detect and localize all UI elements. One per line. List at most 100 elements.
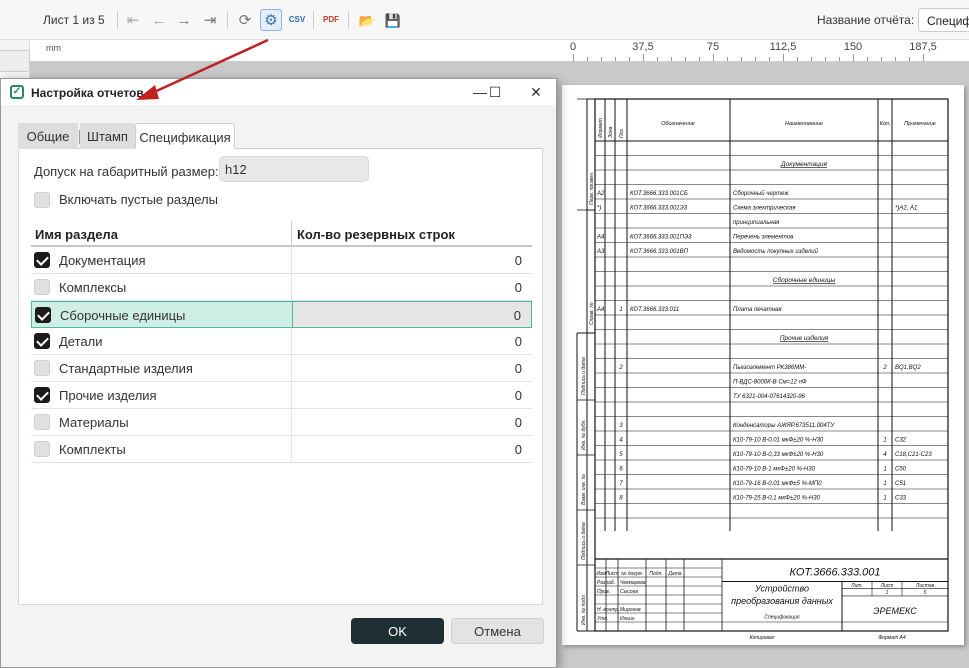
sheet-col-header: Наименование [785, 121, 823, 127]
sheet-copied: Копировал [750, 635, 775, 641]
ruler-tick [573, 54, 574, 61]
sheet-stamp-value: 5 [924, 590, 927, 596]
sheet-cell-designation: КОТ.3666.333.001Э3 [630, 206, 688, 212]
section-row[interactable]: Сборочные единицы 0 [31, 301, 532, 328]
section-checkbox[interactable] [34, 252, 50, 268]
sheet-section-heading: Сборочные единицы [773, 276, 836, 284]
sheet-cell-designation: КОТ.3666.333.001ВП [630, 249, 689, 255]
pdf-export-icon[interactable]: PDF [320, 9, 342, 31]
sheet-cell-note: С18,С21-С23 [895, 452, 932, 458]
sheet-stamp-role: Н. контр. [597, 607, 620, 613]
section-checkbox[interactable] [34, 360, 50, 376]
reserve-rows-value[interactable]: 0 [515, 415, 522, 430]
sheet-cell-position: 6 [619, 467, 623, 473]
reserve-rows-value[interactable]: 0 [515, 388, 522, 403]
include-empty-checkbox[interactable] [34, 192, 50, 208]
section-checkbox[interactable] [34, 333, 50, 349]
ruler-tick [811, 57, 812, 61]
section-checkbox[interactable] [34, 441, 50, 457]
sheet-cell-name: Пьезоэлемент РК386ММ- [733, 365, 806, 371]
section-row[interactable]: Материалы 0 [31, 409, 532, 436]
sheet-cell-qty: 1 [883, 438, 886, 444]
ruler-label: 0 [569, 41, 577, 53]
ruler-tick [727, 57, 728, 61]
specification-panel: Допуск на габаритный размер: h12 Включат… [18, 149, 543, 605]
ruler: mm 0 37,5 75 112,5 150 187,5 [30, 40, 969, 62]
ruler-tick [629, 57, 630, 61]
first-page-icon[interactable]: ⇤ [122, 9, 144, 31]
ruler-tick [853, 54, 854, 61]
ruler-tick [825, 57, 826, 61]
sheet-col-header: Зона [608, 126, 614, 138]
sheet-cell-format: А4 [596, 235, 605, 241]
section-row[interactable]: Прочие изделия 0 [31, 382, 532, 409]
maximize-icon[interactable]: ☐ [482, 81, 508, 103]
ruler-label: 37,5 [632, 41, 654, 53]
include-empty-label: Включать пустые разделы [59, 192, 218, 207]
sheet-side-label: Справ. № [589, 302, 595, 325]
ruler-tick [713, 54, 714, 61]
sheet-col-header: Кол. [880, 121, 891, 127]
reserve-rows-value[interactable]: 0 [515, 280, 522, 295]
tab-general[interactable]: Общие [18, 123, 78, 149]
prev-page-icon[interactable]: ← [148, 9, 170, 31]
section-row[interactable]: Комплекты 0 [31, 436, 532, 463]
column-separator [291, 247, 292, 274]
cancel-button[interactable]: Отмена [451, 618, 544, 644]
sheet-cell-position: 5 [619, 452, 623, 458]
toolbar-separator [117, 11, 118, 29]
save-icon[interactable]: 💾 [382, 9, 404, 31]
tab-specification[interactable]: Спецификация [135, 123, 235, 149]
sheet-cell-format: *) [597, 206, 601, 212]
reserve-rows-value[interactable]: 0 [515, 334, 522, 349]
reserve-rows-value[interactable]: 0 [515, 442, 522, 457]
sheet-col-header: Обозначение [661, 121, 695, 127]
side-panel-button[interactable] [0, 50, 30, 72]
section-checkbox[interactable] [34, 387, 50, 403]
ruler-unit: mm [46, 43, 61, 53]
next-page-icon[interactable]: → [173, 9, 195, 31]
sheet-cell-name: Перечень элементов [733, 235, 793, 241]
sheet-cell-qty: 1 [883, 481, 886, 487]
reserve-rows-value[interactable]: 0 [514, 308, 521, 323]
sheet-stamp-value: 1 [886, 590, 889, 596]
ruler-tick [769, 57, 770, 61]
section-row[interactable]: Стандартные изделия 0 [31, 355, 532, 382]
section-row[interactable]: Документация 0 [31, 247, 532, 274]
ruler-tick [587, 57, 588, 61]
sheet-cell-name: К10-79-16 В-0,01 мкФ±5 %-МП0 [733, 481, 822, 487]
reserve-rows-value[interactable]: 0 [515, 361, 522, 376]
sheet-cell-designation: КОТ.3666.333.001ПЭ3 [630, 235, 692, 241]
column-separator [291, 436, 292, 463]
refresh-icon[interactable]: ⟳ [234, 9, 256, 31]
sheet-stamp-person: Чекмарева [620, 580, 646, 586]
ruler-tick [839, 57, 840, 61]
reserve-rows-cell[interactable] [292, 302, 531, 327]
sheet-company: ЭРЕМЕКС [873, 606, 917, 616]
column-separator [291, 355, 292, 382]
reserve-rows-value[interactable]: 0 [515, 253, 522, 268]
settings-gear-icon[interactable]: ⚙ [260, 9, 282, 31]
section-checkbox[interactable] [34, 279, 50, 295]
tolerance-input[interactable]: h12 [219, 156, 369, 182]
report-name-select[interactable]: Специфи [918, 8, 969, 32]
sheet-stamp-person: Миронов [620, 607, 641, 613]
ok-button[interactable]: OK [351, 618, 444, 644]
ruler-tick [685, 57, 686, 61]
csv-export-icon[interactable]: CSV [286, 9, 308, 31]
close-icon[interactable]: ✕ [523, 81, 549, 103]
ruler-label: 150 [843, 41, 863, 53]
section-checkbox[interactable] [34, 414, 50, 430]
open-folder-icon[interactable]: 📂 [356, 9, 378, 31]
ruler-tick [741, 57, 742, 61]
tab-stamp[interactable]: Штамп [80, 123, 135, 149]
section-row[interactable]: Комплексы 0 [31, 274, 532, 301]
sheet-cell-position: 7 [619, 481, 623, 487]
section-checkbox[interactable] [35, 307, 51, 323]
report-toolbar: Лист 1 из 5 ⇤ ← → ⇥ ⟳ ⚙ CSV PDF 📂 💾 Назв… [0, 0, 969, 40]
ruler-tick [923, 54, 924, 61]
ruler-label: 112,5 [769, 41, 797, 53]
last-page-icon[interactable]: ⇥ [199, 9, 221, 31]
sheet-cell-position: 8 [619, 496, 623, 502]
section-row[interactable]: Детали 0 [31, 328, 532, 355]
